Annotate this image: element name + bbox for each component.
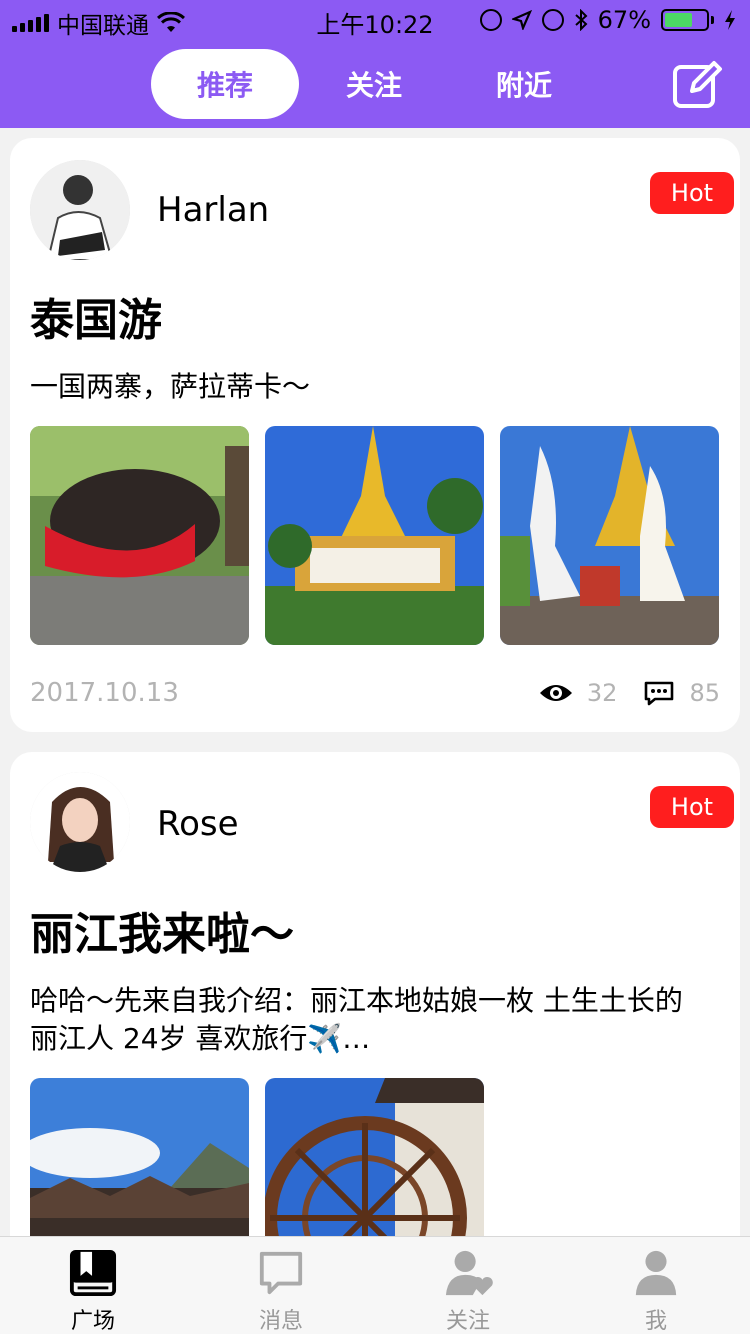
photo-grid — [30, 426, 719, 645]
hot-badge: Hot — [650, 786, 734, 828]
bluetooth-icon — [574, 9, 588, 31]
post-card[interactable]: Harlan Hot 泰国游 一国两寨，萨拉蒂卡～ 2017.10.13 32 … — [10, 138, 740, 732]
tabbar-label: 关注 — [445, 1309, 490, 1334]
top-header: 中国联通 上午10:22 67% 推荐 关注 附近 — [0, 0, 750, 128]
views-stat: 32 — [539, 679, 618, 707]
tabbar-label: 我 — [644, 1309, 667, 1334]
author-name[interactable]: Harlan — [157, 190, 269, 230]
book-icon — [69, 1249, 117, 1297]
views-count: 32 — [586, 679, 618, 707]
charging-icon — [725, 10, 735, 30]
post-excerpt[interactable]: 哈哈～先来自我介绍：丽江本地姑娘一枚 土生土长的丽江人 24岁 喜欢旅行✈️… — [30, 982, 710, 1058]
status-bar: 中国联通 上午10:22 67% — [0, 0, 750, 40]
post-photo[interactable] — [500, 426, 719, 645]
post-title[interactable]: 丽江我来啦～ — [30, 898, 294, 962]
tabbar-label: 消息 — [258, 1309, 303, 1334]
post-photo[interactable] — [30, 426, 249, 645]
post-date: 2017.10.13 — [30, 678, 179, 708]
post-meta: 2017.10.13 32 85 — [30, 678, 720, 708]
post-card[interactable]: Rose Hot 丽江我来啦～ 哈哈～先来自我介绍：丽江本地姑娘一枚 土生土长的… — [10, 752, 740, 1272]
top-nav: 推荐 关注 附近 — [0, 40, 750, 128]
tabbar-item-messages[interactable]: 消息 — [206, 1237, 356, 1334]
post-title[interactable]: 泰国游 — [30, 284, 162, 348]
alarm-icon — [541, 9, 564, 31]
tabbar-item-me[interactable]: 我 — [581, 1237, 731, 1334]
tab-recommended[interactable]: 推荐 — [151, 49, 299, 119]
comment-icon — [645, 681, 674, 706]
hot-badge: Hot — [650, 172, 734, 214]
person-icon — [635, 1250, 677, 1296]
tabbar-label: 广场 — [70, 1309, 115, 1334]
avatar[interactable] — [30, 772, 130, 872]
avatar[interactable] — [30, 160, 130, 260]
comments-stat[interactable]: 85 — [643, 679, 720, 707]
bottom-tab-bar: 广场 消息 关注 我 — [0, 1236, 750, 1334]
edit-icon[interactable] — [672, 58, 724, 110]
tabbar-item-square[interactable]: 广场 — [18, 1237, 168, 1334]
author-name[interactable]: Rose — [157, 804, 239, 844]
tabbar-item-following[interactable]: 关注 — [393, 1237, 543, 1334]
battery-icon — [661, 9, 714, 31]
person-heart-icon — [445, 1250, 493, 1296]
comments-count: 85 — [689, 679, 720, 707]
eye-icon — [539, 685, 572, 701]
location-arrow-icon — [511, 10, 532, 30]
post-photo[interactable] — [265, 426, 484, 645]
chat-bubble-icon — [259, 1251, 303, 1295]
post-excerpt[interactable]: 一国两寨，萨拉蒂卡～ — [30, 368, 710, 406]
tab-nearby[interactable]: 附近 — [450, 49, 598, 119]
battery-percent: 67% — [597, 6, 651, 34]
tab-following[interactable]: 关注 — [300, 49, 448, 119]
orientation-lock-icon — [479, 9, 502, 31]
